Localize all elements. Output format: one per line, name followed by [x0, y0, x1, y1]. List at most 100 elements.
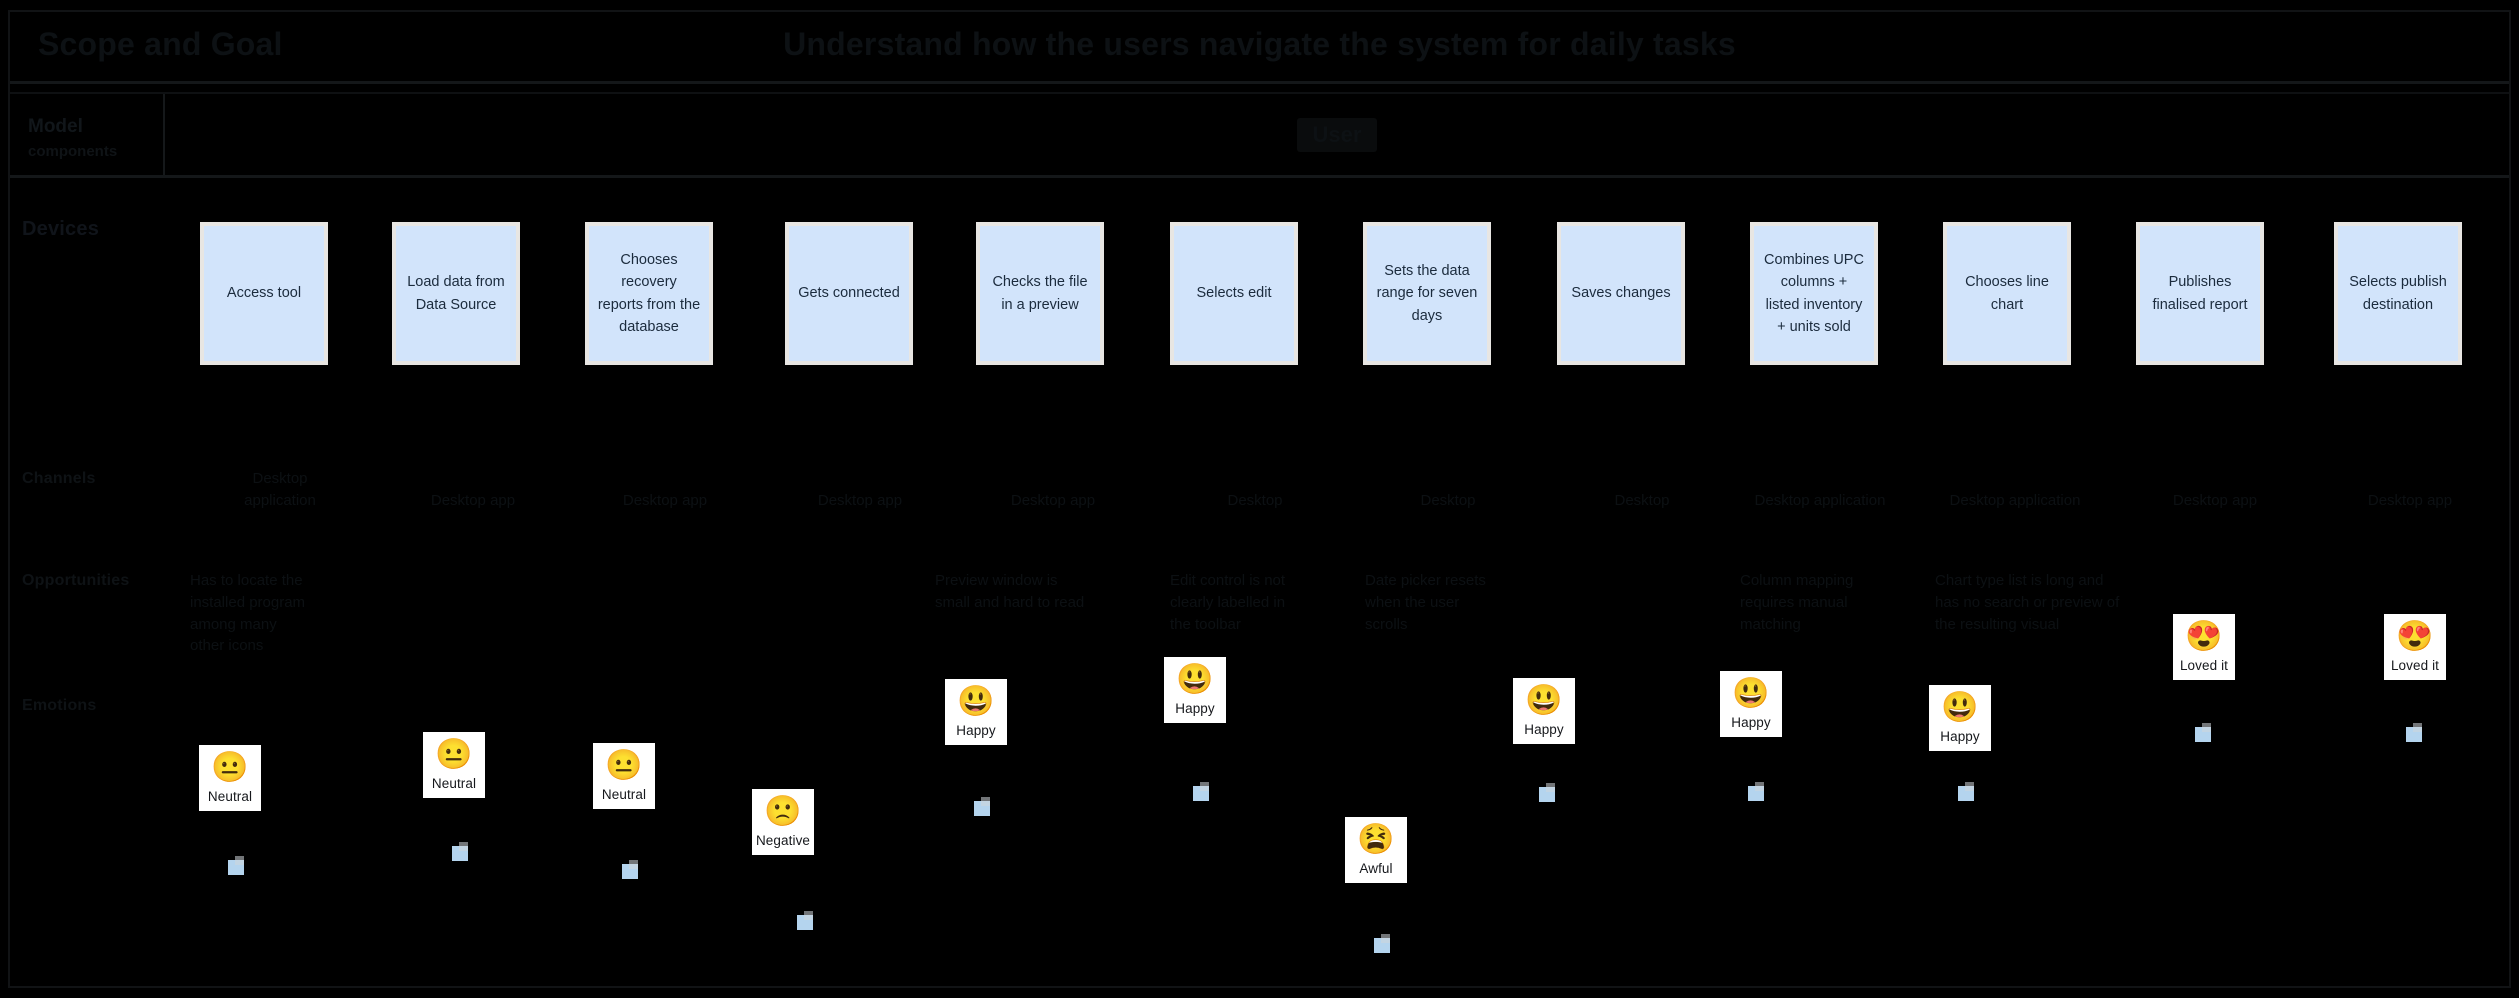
emotion-label: Happy — [956, 722, 996, 738]
action-card[interactable]: Saves changes — [1557, 222, 1685, 365]
emotion-card[interactable]: 😃 Happy — [1164, 657, 1226, 723]
emotion-connector-dot — [452, 842, 468, 861]
action-card[interactable]: Publishes finalised report — [2136, 222, 2264, 365]
emotion-face-icon: 😍 — [2396, 620, 2434, 653]
action-card[interactable]: Access tool — [200, 222, 328, 365]
title-bar: Scope and Goal Understand how the users … — [10, 12, 2509, 84]
touchpoint-text: Desktop — [1614, 492, 1670, 509]
touchpoint-text: Desktop app — [817, 492, 903, 509]
action-card[interactable]: Selects publish destination — [2334, 222, 2462, 365]
emotion-face-icon: 😃 — [1176, 663, 1214, 696]
section-content-cell: User — [165, 94, 2509, 175]
persona-badge: User — [1296, 117, 1378, 152]
emotion-card[interactable]: 😍 Loved it — [2173, 614, 2235, 680]
painpoint-text: Chart type list is long and has no searc… — [1935, 572, 2120, 633]
painpoint-text: Preview window is small and hard to read — [935, 572, 1085, 611]
emotion-connector-dot — [2406, 723, 2422, 742]
emotion-card[interactable]: 😃 Happy — [1720, 671, 1782, 737]
emotion-card[interactable]: 😃 Happy — [945, 679, 1007, 745]
row-label-touchpoints: Channels — [22, 470, 96, 487]
emotion-label: Happy — [1524, 721, 1564, 737]
emotion-connector-dot — [622, 860, 638, 879]
emotion-connector-dot — [797, 911, 813, 930]
action-card-label: Selects edit — [1174, 226, 1294, 361]
touchpoint-text: Desktop application — [244, 470, 316, 509]
emotion-face-icon: 😍 — [2185, 620, 2223, 653]
action-card[interactable]: Load data from Data Source — [392, 222, 520, 365]
emotion-card[interactable]: 😐 Neutral — [593, 743, 655, 809]
section-header-band: Model components User — [10, 92, 2509, 178]
action-card[interactable]: Chooses line chart — [1943, 222, 2071, 365]
emotion-connector-dot — [1748, 782, 1764, 801]
action-card-label: Combines UPC columns + listed inventory … — [1754, 226, 1874, 361]
emotion-connector-dot — [1539, 783, 1555, 802]
action-card-label: Checks the file in a preview — [980, 226, 1100, 361]
emotion-connector-dot — [1958, 782, 1974, 801]
emotion-face-icon: 😐 — [605, 749, 643, 782]
emotion-label: Happy — [1731, 714, 1771, 730]
action-card-label: Chooses recovery reports from the databa… — [589, 226, 709, 361]
section-label-cell: Model components — [10, 94, 165, 175]
touchpoint-text: Desktop app — [2367, 492, 2453, 509]
action-card-label: Selects publish destination — [2338, 226, 2458, 361]
touchpoint-text: Desktop app — [1010, 492, 1096, 509]
action-card[interactable]: Selects edit — [1170, 222, 1298, 365]
emotion-face-icon: 😃 — [1732, 677, 1770, 710]
action-card-label: Gets connected — [789, 226, 909, 361]
section-label-primary: Model — [28, 116, 83, 138]
touchpoint-text: Desktop — [1420, 492, 1476, 509]
action-card-label: Saves changes — [1561, 226, 1681, 361]
touchpoint-text: Desktop app — [2172, 492, 2258, 509]
row-label-actions: Devices — [22, 218, 100, 240]
action-card[interactable]: Combines UPC columns + listed inventory … — [1750, 222, 1878, 365]
emotion-card[interactable]: 😃 Happy — [1929, 685, 1991, 751]
emotion-card[interactable]: 🙁 Negative — [752, 789, 814, 855]
touchpoint-text: Desktop — [1227, 492, 1283, 509]
action-card-label: Access tool — [204, 226, 324, 361]
emotion-connector-dot — [1374, 934, 1390, 953]
row-label-painpoints: Opportunities — [22, 572, 130, 589]
emotion-label: Loved it — [2179, 657, 2229, 673]
action-card-label: Publishes finalised report — [2140, 226, 2260, 361]
painpoint-text: Date picker resets when the user scrolls — [1365, 572, 1486, 633]
action-card[interactable]: Checks the file in a preview — [976, 222, 1104, 365]
action-card[interactable]: Sets the data range for seven days — [1363, 222, 1491, 365]
emotion-card[interactable]: 😐 Neutral — [423, 732, 485, 798]
emotion-label: Happy — [1175, 700, 1215, 716]
emotion-face-icon: 😃 — [1941, 691, 1979, 724]
emotion-label: Loved it — [2390, 657, 2440, 673]
emotion-connector-dot — [974, 797, 990, 816]
action-card[interactable]: Gets connected — [785, 222, 913, 365]
emotion-connector-dot — [228, 856, 244, 875]
action-card-label: Sets the data range for seven days — [1367, 226, 1487, 361]
emotion-face-icon: 😫 — [1357, 823, 1395, 856]
emotion-face-icon: 😐 — [211, 751, 249, 784]
action-card-label: Chooses line chart — [1947, 226, 2067, 361]
emotion-label: Neutral — [431, 775, 477, 791]
emotion-label: Awful — [1359, 860, 1393, 876]
touchpoint-text: Desktop app — [430, 492, 516, 509]
touchpoint-text: Desktop application — [1754, 492, 1886, 509]
action-card[interactable]: Chooses recovery reports from the databa… — [585, 222, 713, 365]
emotion-face-icon: 😐 — [435, 738, 473, 771]
emotion-card[interactable]: 😐 Neutral — [199, 745, 261, 811]
emotion-label: Negative — [755, 832, 811, 848]
emotion-connector-dot — [2195, 723, 2211, 742]
journey-map-board: Scope and Goal Understand how the users … — [0, 0, 2519, 998]
emotion-face-icon: 🙁 — [764, 795, 802, 828]
goal-title: Understand how the users navigate the sy… — [783, 26, 1736, 62]
section-label-secondary: components — [28, 143, 118, 161]
emotion-card[interactable]: 😫 Awful — [1345, 817, 1407, 883]
emotion-card[interactable]: 😍 Loved it — [2384, 614, 2446, 680]
row-label-emotions: Emotions — [22, 697, 97, 714]
emotion-face-icon: 😃 — [957, 685, 995, 718]
emotion-card[interactable]: 😃 Happy — [1513, 678, 1575, 744]
touchpoint-text: Desktop app — [622, 492, 708, 509]
touchpoint-text: Desktop application — [1949, 492, 2081, 509]
painpoint-text: Has to locate the installed program amon… — [190, 572, 306, 655]
emotion-connector-dot — [1193, 782, 1209, 801]
action-card-label: Load data from Data Source — [396, 226, 516, 361]
emotion-face-icon: 😃 — [1525, 684, 1563, 717]
emotion-label: Happy — [1940, 728, 1980, 744]
emotion-label: Neutral — [207, 788, 253, 804]
